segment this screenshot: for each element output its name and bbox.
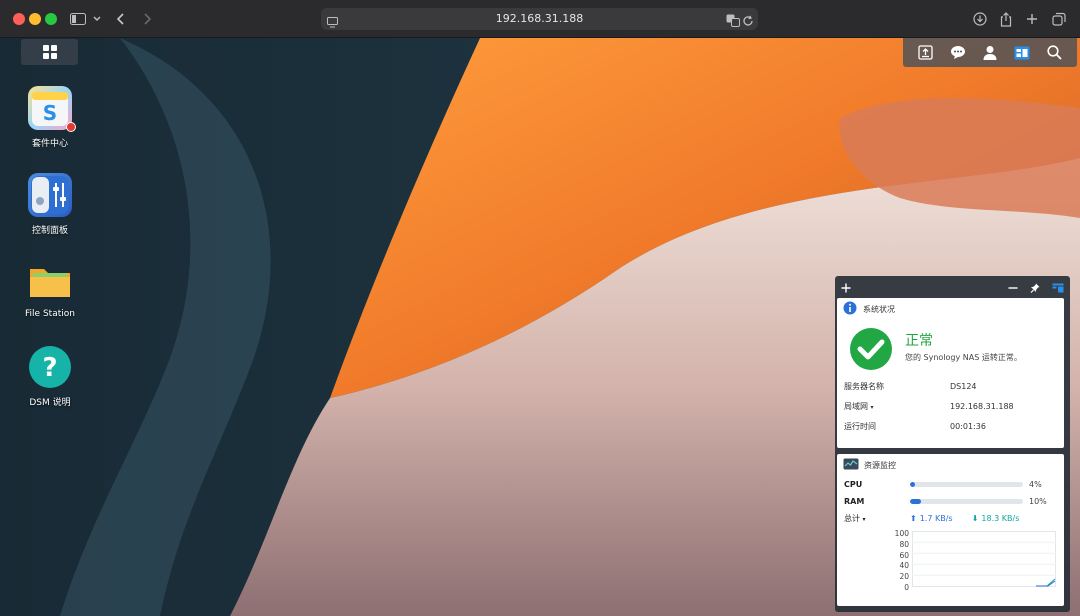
total-label: 总计 — [844, 514, 860, 523]
system-status-title: 系统状况 — [863, 304, 895, 314]
info-row: 局域网 ▾ 192.168.31.188 — [837, 396, 1064, 416]
new-tab-icon[interactable] — [1024, 9, 1040, 29]
reload-icon[interactable] — [742, 12, 754, 31]
status-message: 您的 Synology NAS 运转正常。 — [905, 353, 1022, 362]
translate-icon[interactable] — [726, 12, 740, 31]
info-key: 局域网 — [844, 401, 868, 411]
cpu-label: CPU — [844, 480, 863, 489]
y-tick: 60 — [899, 550, 909, 560]
desktop-icon-package-center[interactable]: S 套件中心 — [10, 86, 90, 149]
info-key: 服务器名称 — [844, 381, 884, 391]
cpu-usage-bar — [910, 482, 1023, 487]
tab-overview-icon[interactable] — [1051, 9, 1067, 29]
upload-queue-icon[interactable] — [913, 42, 937, 64]
info-value: 00:01:36 — [950, 421, 986, 431]
info-row: 运行时间 00:01:36 — [837, 416, 1064, 436]
status-summary: 正常 您的 Synology NAS 运转正常。 — [837, 320, 1064, 376]
ram-label: RAM — [844, 497, 865, 506]
info-key: 运行时间 — [844, 421, 876, 431]
url-text: 192.168.31.188 — [495, 12, 584, 25]
panel-layout-icon[interactable] — [1052, 278, 1064, 297]
svg-text:?: ? — [42, 353, 57, 383]
maximize-window-button[interactable] — [45, 13, 57, 25]
lan-dropdown[interactable]: 局域网 ▾ — [844, 401, 950, 412]
close-window-button[interactable] — [13, 13, 25, 25]
minimize-panel-icon[interactable] — [1008, 278, 1018, 297]
forward-icon[interactable] — [140, 9, 154, 29]
status-text: 正常 — [905, 333, 933, 349]
upload-arrow-icon: ⬆ — [910, 514, 917, 523]
system-status-header: 系统状况 — [837, 298, 1064, 320]
folder-icon — [28, 259, 72, 303]
svg-text:S: S — [43, 101, 57, 125]
info-icon — [843, 301, 857, 317]
desktop-icon-dsm-help[interactable]: ? DSM 说明 — [10, 345, 90, 408]
y-tick: 100 — [894, 529, 909, 538]
download-arrow-icon: ⬇ — [971, 514, 979, 523]
dsm-desktop: S 套件中心 控制面板 File Station ? DSM 说明 系统状况 正… — [0, 38, 1080, 616]
grid-icon — [42, 45, 57, 59]
update-badge — [66, 122, 76, 132]
y-tick: 40 — [899, 561, 909, 571]
check-circle-icon — [849, 327, 893, 375]
widgets-icon[interactable] — [1010, 42, 1034, 64]
resource-monitor-header: 资源监控 — [837, 454, 1064, 476]
main-menu-button[interactable] — [21, 39, 78, 65]
y-tick: 80 — [899, 539, 909, 549]
pin-icon[interactable] — [1030, 278, 1040, 297]
widget-panel: 系统状况 正常 您的 Synology NAS 运转正常。 服务器名称 DS12… — [835, 276, 1070, 612]
downloads-icon[interactable] — [972, 9, 988, 29]
caret-down-icon: ▾ — [862, 516, 866, 523]
search-icon[interactable] — [1043, 42, 1067, 64]
ram-usage-bar — [910, 499, 1023, 504]
desktop-icon-label: 套件中心 — [31, 139, 68, 149]
resource-monitor-title: 资源监控 — [864, 460, 896, 470]
resource-monitor-widget: 资源监控 CPU 4% RAM 10% 总计 ▾ ⬆ 1.7 KB/s ⬇ 18… — [837, 454, 1064, 606]
desktop-icon-control-panel[interactable]: 控制面板 — [10, 173, 90, 236]
y-tick: 0 — [904, 582, 909, 592]
ram-percent: 10% — [1029, 497, 1047, 506]
browser-toolbar: 192.168.31.188 — [0, 0, 1080, 38]
system-status-widget: 系统状况 正常 您的 Synology NAS 运转正常。 服务器名称 DS12… — [837, 298, 1064, 448]
network-row: 总计 ▾ ⬆ 1.7 KB/s ⬇ 18.3 KB/s — [837, 510, 1064, 527]
network-chart: 100 80 60 40 20 0 — [837, 527, 1064, 593]
package-center-icon: S — [28, 86, 76, 132]
download-rate: 18.3 KB/s — [981, 514, 1020, 523]
add-widget-icon[interactable] — [841, 278, 851, 297]
desktop-icon-file-station[interactable]: File Station — [10, 259, 90, 319]
help-icon: ? — [28, 345, 72, 389]
minimize-window-button[interactable] — [29, 13, 41, 25]
widget-panel-header — [835, 276, 1070, 298]
sidebar-toggle-icon[interactable] — [69, 9, 87, 29]
info-row: 服务器名称 DS124 — [837, 376, 1064, 396]
info-value: DS124 — [950, 381, 977, 391]
cpu-usage-fill — [910, 482, 915, 487]
control-panel-icon — [28, 173, 72, 217]
cpu-percent: 4% — [1029, 480, 1042, 489]
network-total-dropdown[interactable]: 总计 ▾ — [844, 513, 910, 524]
share-icon[interactable] — [998, 9, 1014, 29]
dsm-taskbar-right — [903, 38, 1077, 67]
back-icon[interactable] — [114, 9, 128, 29]
y-tick: 20 — [899, 572, 909, 582]
chart-y-axis: 100 80 60 40 20 0 — [889, 529, 909, 594]
info-value: 192.168.31.188 — [950, 401, 1014, 411]
desktop-icon-label: DSM 说明 — [29, 398, 71, 408]
chevron-down-icon[interactable] — [91, 9, 103, 29]
cpu-row: CPU 4% — [837, 476, 1064, 493]
address-bar[interactable]: 192.168.31.188 — [321, 8, 758, 30]
caret-down-icon: ▾ — [870, 403, 874, 411]
user-icon[interactable] — [978, 42, 1002, 64]
ram-row: RAM 10% — [837, 493, 1064, 510]
desktop-icon-label: File Station — [25, 309, 75, 319]
chart-plot — [912, 531, 1056, 587]
notifications-icon[interactable] — [946, 42, 970, 64]
desktop-icon-label: 控制面板 — [31, 226, 68, 236]
ram-usage-fill — [910, 499, 922, 504]
upload-rate: 1.7 KB/s — [919, 514, 953, 523]
monitor-icon — [843, 458, 859, 472]
